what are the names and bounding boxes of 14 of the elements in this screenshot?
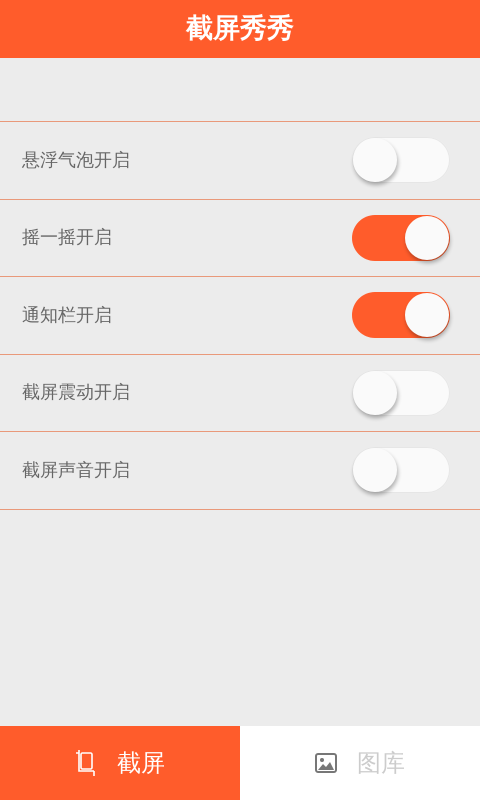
setting-label: 悬浮气泡开启 xyxy=(22,148,130,173)
toggle-switch[interactable] xyxy=(352,292,450,338)
image-icon xyxy=(315,753,337,773)
toggle-switch[interactable] xyxy=(352,447,450,494)
setting-label: 截屏声音开启 xyxy=(22,458,130,483)
setting-label: 通知栏开启 xyxy=(22,304,112,328)
toggle-switch[interactable] xyxy=(352,214,450,261)
tab[interactable]: 截屏 xyxy=(0,726,240,800)
crop-icon xyxy=(75,749,97,777)
setting-label: 截屏震动开启 xyxy=(22,381,130,406)
toggle-switch[interactable] xyxy=(352,137,450,184)
app-title: 截屏秀秀 xyxy=(0,0,480,58)
toggle-switch[interactable] xyxy=(352,370,450,416)
setting-label: 摇一摇开启 xyxy=(22,226,112,250)
